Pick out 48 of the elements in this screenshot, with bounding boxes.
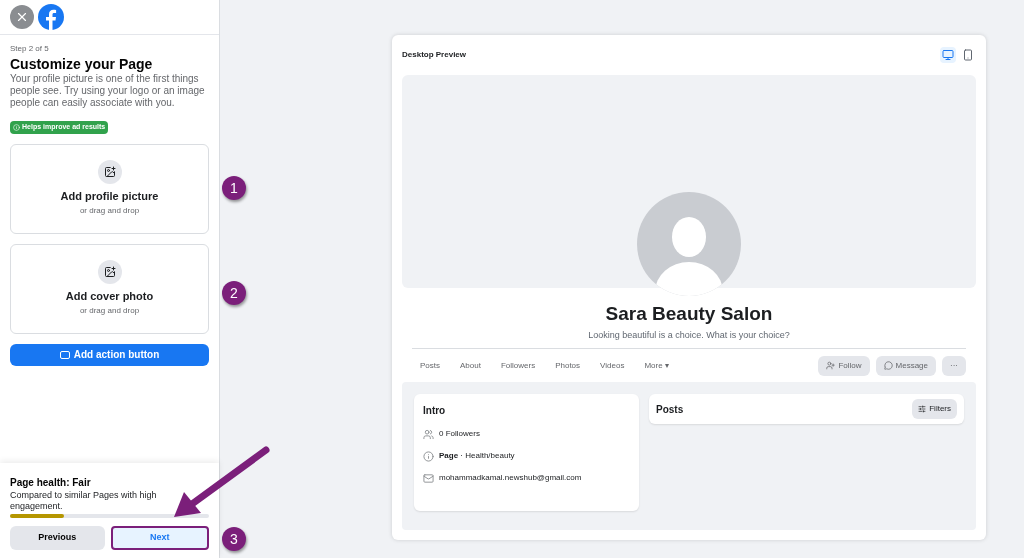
profile-tab[interactable]: More ▾	[636, 359, 677, 372]
step-number-badge: 1	[222, 176, 246, 200]
next-button[interactable]: Next	[110, 526, 209, 550]
category-icon	[423, 450, 434, 462]
upload-card[interactable]: Add cover photo or drag and drop	[10, 243, 209, 334]
page-title: Customize your Page	[10, 55, 154, 73]
preview-title: Desktop Preview	[402, 49, 467, 61]
upload-hint: or drag and drop	[79, 204, 140, 217]
profile-tab[interactable]: Videos	[592, 359, 633, 372]
upload-title: Add cover photo	[65, 289, 154, 305]
add-action-button[interactable]: Add action button	[10, 343, 209, 366]
health-title: Page health: Fair	[10, 476, 92, 490]
image-plus-icon	[103, 166, 116, 179]
intro-item: Page · Health/beauty	[439, 450, 515, 462]
page-name: Sara Beauty Salon	[605, 302, 773, 326]
desktop-view-button[interactable]	[940, 47, 956, 63]
filter-icon	[918, 405, 927, 413]
upload-card[interactable]: Add profile picture or drag and drop	[10, 143, 209, 234]
add-person-icon	[826, 361, 836, 370]
close-icon	[15, 10, 29, 24]
intro-item: 0 Followers	[439, 428, 480, 440]
profile-tab[interactable]: Posts	[412, 359, 448, 372]
email-icon	[423, 472, 434, 484]
facebook-logo	[38, 4, 64, 30]
health-description: Compared to similar Pages with high engagement.	[10, 490, 158, 512]
upload-title: Add profile picture	[60, 189, 159, 205]
previous-button[interactable]: Previous	[10, 526, 105, 550]
profile-tab[interactable]: Photos	[547, 359, 589, 372]
step-label: Step 2 of 5	[10, 43, 50, 55]
ad-icon	[59, 350, 70, 359]
description: Your profile picture is one of the first things people see. Try using your logo or an image people can easily associate with you.	[10, 73, 206, 109]
step-number-badge: 2	[222, 281, 246, 305]
close-button[interactable]	[10, 5, 34, 29]
chat-bubble-icon	[883, 361, 893, 370]
filters-button[interactable]: Filters	[912, 399, 957, 419]
monitor-icon	[942, 49, 954, 61]
page-tagline: Looking beautiful is a choice. What is your choice?	[588, 328, 790, 342]
intro-title: Intro	[423, 404, 447, 418]
info-icon	[13, 123, 20, 131]
phone-icon	[962, 49, 974, 61]
step-number-badge: 3	[222, 527, 246, 551]
posts-title: Posts	[656, 402, 684, 417]
followers-icon	[423, 428, 434, 440]
profile-tab[interactable]: Followers	[492, 359, 544, 372]
image-plus-icon	[103, 266, 116, 279]
intro-item: mohammadkamal.newshub@gmail.com	[439, 472, 582, 484]
profile-tab[interactable]: About	[452, 359, 489, 372]
upload-hint: or drag and drop	[79, 304, 140, 317]
